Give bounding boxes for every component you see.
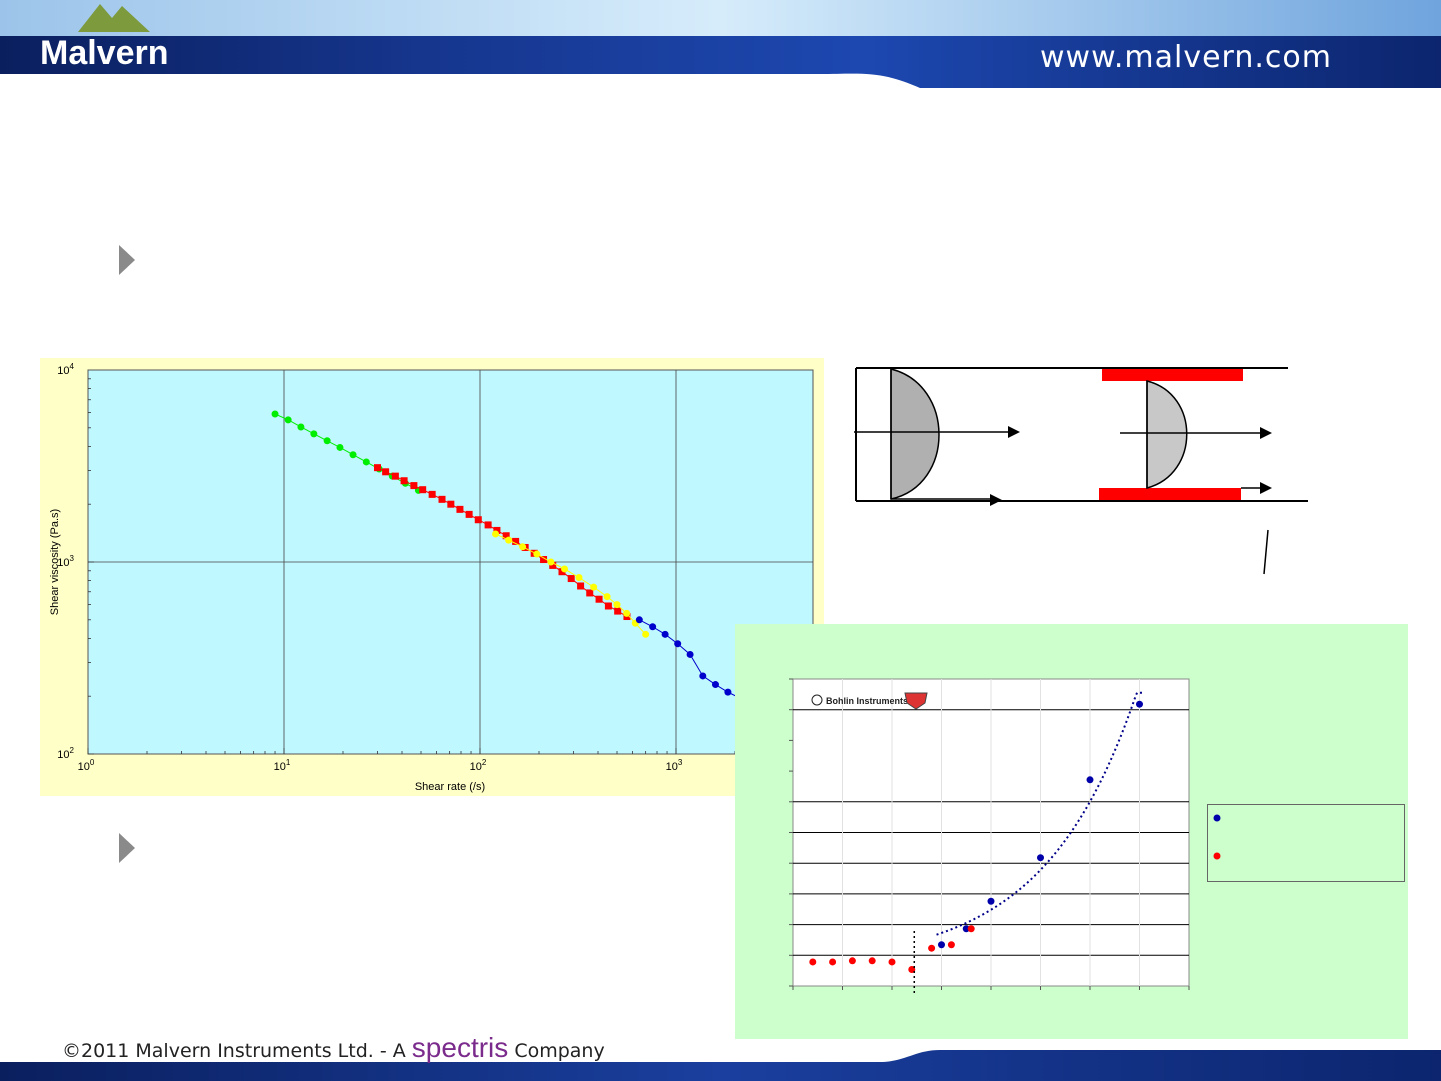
data-point [484,521,492,529]
data-point [505,536,513,544]
data-point [699,672,707,680]
data-point [711,681,719,689]
copyright-suffix: Company [514,1040,605,1062]
parabolic-profile [890,368,940,500]
data-point [374,464,382,472]
flow-profile-diagram [854,367,1308,575]
data-point [492,530,500,538]
data-point [661,630,669,638]
data-point [323,437,331,445]
bullet-arrow-icon [119,833,135,863]
inset-data-point [829,958,837,966]
data-point [410,482,418,490]
data-point [577,582,585,590]
inset-data-point [868,957,876,965]
data-point [438,495,446,503]
legend-marker-red [1213,852,1221,860]
data-point [623,609,631,617]
slip-layer-top [1102,369,1243,381]
data-point [456,505,464,513]
data-point [391,472,399,480]
inset-data-point [848,957,856,965]
data-point [686,650,694,658]
inset-data-point [967,925,975,933]
data-point [447,500,455,508]
data-point [547,558,555,566]
inset-data-point [809,958,817,966]
data-point [382,468,390,476]
inset-data-point [947,941,955,949]
y-axis-label: Shear viscosity (Pa.s) [49,509,61,615]
data-point [635,616,643,624]
copyright-prefix: ©2011 Malvern Instruments Ltd. - A [62,1040,406,1062]
malvern-logo[interactable]: Malvern [40,34,169,73]
data-point [349,451,357,459]
data-point [674,640,682,648]
data-point [297,423,305,431]
x-axis-label: Shear rate (/s) [415,781,485,793]
inset-data-point [1037,854,1044,862]
pointer-line [1263,529,1269,575]
website-url[interactable]: www.malvern.com [1040,40,1332,75]
data-point [284,416,292,424]
data-point [614,607,622,615]
inset-data-point [938,941,945,949]
plug-profile [1146,380,1188,489]
inset-data-point [1136,700,1143,708]
data-point [567,575,575,583]
arrow-head-icon [990,494,1002,506]
bullet-arrow-icon [119,245,135,275]
data-point [561,565,569,573]
data-point [310,430,318,438]
data-point [474,516,482,524]
arrow-head-icon [1008,426,1020,438]
inset-data-point [928,944,936,952]
svg-text:Bohlin Instruments: Bohlin Instruments [826,696,908,706]
data-point [642,630,650,638]
legend [1207,804,1405,882]
data-point [533,550,541,558]
data-point [271,410,279,418]
data-point [604,602,612,610]
data-point [649,623,657,631]
inset-panel: Bohlin Instruments [735,624,1408,1039]
data-point [586,589,594,597]
data-point [419,486,427,494]
data-point [575,574,583,582]
inset-data-point [987,897,995,905]
inset-data-point [1086,776,1094,784]
arrow-head-icon [1260,482,1272,494]
data-point [595,595,603,603]
data-point [613,601,621,609]
viscosity-chart: 100 101 102 103102103104 Shear rate (/s) Sh… [40,358,824,796]
inset-data-point [888,958,896,966]
data-point [519,543,527,551]
data-point [400,477,408,485]
data-point [590,583,598,591]
data-point [465,510,473,518]
data-point [724,688,732,696]
spectris-brand: spectris [411,1032,509,1063]
data-point [603,593,611,601]
copyright-text: ©2011 Malvern Instruments Ltd. - A spect… [62,1032,605,1064]
data-point [336,443,344,451]
arrow-head-icon [1260,427,1272,439]
slip-layer-bottom [1099,488,1241,500]
data-point [428,490,436,498]
data-point [362,458,370,466]
legend-marker-blue [1213,814,1221,822]
